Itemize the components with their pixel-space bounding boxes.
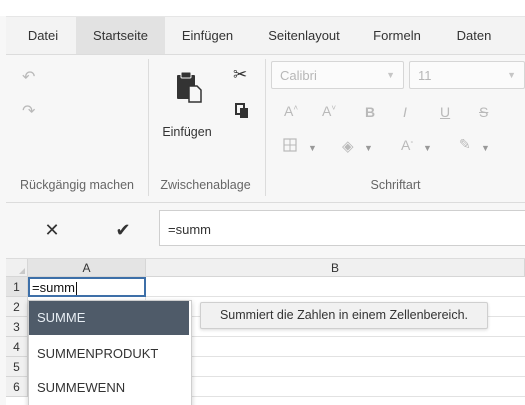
formula-bar: ✕ ✔ =summ bbox=[6, 203, 525, 259]
font-size-select[interactable]: 11 ▼ bbox=[409, 61, 525, 89]
column-header-a[interactable]: A bbox=[28, 259, 146, 277]
row-header-3[interactable]: 3 bbox=[6, 317, 28, 337]
highlight-icon[interactable]: ✎ bbox=[459, 136, 471, 153]
font-name-value: Calibri bbox=[280, 68, 317, 83]
paste-icon[interactable] bbox=[173, 69, 203, 110]
ribbon: ↶ ↷ Rückgängig machen Einfügen ✂ Zwische… bbox=[6, 55, 525, 203]
font-name-select[interactable]: Calibri ▼ bbox=[271, 61, 404, 89]
borders-icon[interactable] bbox=[283, 138, 297, 155]
chevron-down-icon: ▼ bbox=[507, 70, 516, 80]
undo-group-label: Rückgängig machen bbox=[20, 178, 134, 192]
fill-color-icon[interactable]: ◈ bbox=[342, 137, 354, 155]
function-tooltip: Summiert die Zahlen in einem Zellenberei… bbox=[200, 302, 488, 329]
font-group-label: Schriftart bbox=[370, 178, 421, 192]
autocomplete-item-summe[interactable]: SUMME bbox=[29, 301, 189, 335]
font-size-value: 11 bbox=[418, 68, 432, 83]
undo-icon[interactable]: ↶ bbox=[22, 67, 35, 87]
select-all-corner[interactable] bbox=[6, 259, 28, 277]
chevron-down-icon[interactable]: ▼ bbox=[423, 143, 432, 153]
active-cell-a1[interactable]: =summ bbox=[28, 277, 146, 297]
clipboard-group: Einfügen ✂ Zwischenablage bbox=[149, 55, 262, 202]
confirm-formula-button[interactable]: ✔ bbox=[108, 215, 138, 245]
row-header-5[interactable]: 5 bbox=[6, 357, 28, 377]
underline-icon[interactable]: U bbox=[440, 104, 450, 120]
cancel-formula-button[interactable]: ✕ bbox=[37, 215, 67, 245]
tab-datei[interactable]: Datei bbox=[6, 17, 80, 54]
shrink-font-icon[interactable]: A˅ bbox=[322, 103, 336, 119]
grow-font-icon[interactable]: A˄ bbox=[284, 103, 298, 119]
undo-group: ↶ ↷ Rückgängig machen bbox=[6, 55, 148, 202]
tab-formeln[interactable]: Formeln bbox=[361, 17, 433, 54]
italic-icon[interactable]: I bbox=[403, 104, 407, 120]
tab-daten[interactable]: Daten bbox=[444, 17, 504, 54]
window-top-strip bbox=[0, 0, 525, 17]
cut-icon[interactable]: ✂ bbox=[233, 65, 247, 85]
formula-text: =summ bbox=[168, 222, 211, 237]
spreadsheet-app: Datei Startseite Einfügen Seitenlayout F… bbox=[0, 0, 525, 405]
bold-icon[interactable]: B bbox=[365, 104, 375, 120]
tab-startseite[interactable]: Startseite bbox=[76, 17, 165, 54]
row-header-2[interactable]: 2 bbox=[6, 297, 28, 317]
row-header-6[interactable]: 6 bbox=[6, 377, 28, 397]
text-cursor bbox=[76, 282, 77, 295]
tab-seitenlayout[interactable]: Seitenlayout bbox=[256, 17, 352, 54]
autocomplete-item-summenprodukt[interactable]: SUMMENPRODUKT bbox=[29, 337, 189, 371]
ribbon-tabs: Datei Startseite Einfügen Seitenlayout F… bbox=[6, 17, 525, 55]
copy-icon[interactable] bbox=[235, 103, 249, 124]
strikethrough-icon[interactable]: S bbox=[479, 104, 488, 120]
font-group: Calibri ▼ 11 ▼ A˄ A˅ B I U S ▼ ◈ ▼ A◦ ▼ … bbox=[266, 55, 525, 202]
chevron-down-icon[interactable]: ▼ bbox=[308, 143, 317, 153]
active-cell-value: =summ bbox=[32, 280, 75, 295]
redo-icon[interactable]: ↷ bbox=[22, 101, 35, 121]
column-header-b[interactable]: B bbox=[146, 259, 525, 277]
clipboard-group-label: Zwischenablage bbox=[160, 178, 251, 192]
tab-einfuegen[interactable]: Einfügen bbox=[166, 17, 249, 54]
chevron-down-icon: ▼ bbox=[386, 70, 395, 80]
paste-label[interactable]: Einfügen bbox=[149, 125, 225, 139]
formula-input[interactable]: =summ bbox=[159, 210, 525, 246]
row-header-1[interactable]: 1 bbox=[6, 277, 28, 297]
chevron-down-icon[interactable]: ▼ bbox=[481, 143, 490, 153]
row-header-4[interactable]: 4 bbox=[6, 337, 28, 357]
font-color-icon[interactable]: A◦ bbox=[401, 137, 413, 153]
function-autocomplete-list: SUMME SUMMENPRODUKT SUMMEWENN bbox=[28, 300, 192, 405]
autocomplete-item-summewenn[interactable]: SUMMEWENN bbox=[29, 371, 189, 405]
chevron-down-icon[interactable]: ▼ bbox=[364, 143, 373, 153]
